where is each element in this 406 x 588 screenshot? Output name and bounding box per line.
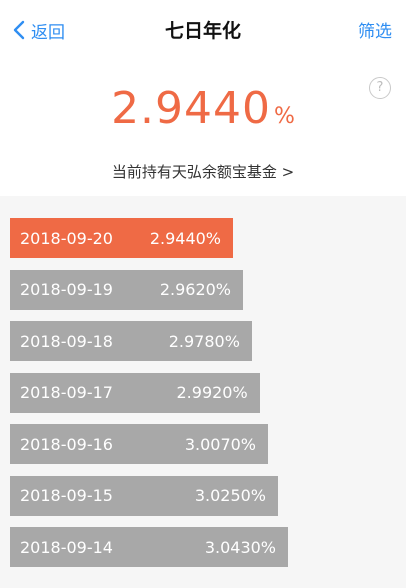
row-value: 2.9920% — [176, 383, 248, 402]
row-value: 3.0430% — [204, 537, 276, 557]
row-date: 2018-09-20 — [20, 228, 113, 248]
fund-link[interactable]: 当前持有天弘余额宝基金 > — [0, 161, 406, 182]
yield-row[interactable]: 2018-09-19 2.9620% — [10, 269, 243, 310]
yield-unit: % — [274, 104, 295, 129]
yield-row[interactable]: 2018-09-14 3.0430% — [10, 527, 288, 567]
row-date: 2018-09-16 — [20, 434, 113, 454]
seven-day-yield: 2.9440% — [0, 83, 406, 134]
yield-row[interactable]: 2018-09-18 2.9780% — [10, 321, 252, 361]
filter-button[interactable]: 筛选 — [358, 17, 392, 42]
yield-value: 2.9440 — [111, 83, 272, 134]
row-date: 2018-09-18 — [20, 331, 113, 351]
row-date: 2018-09-14 — [20, 537, 113, 557]
header-panel: 返回 七日年化 筛选 ? 2.9440% 当前持有天弘余额宝基金 > — [0, 0, 406, 196]
yield-row[interactable]: 2018-09-20 2.9440% — [10, 218, 233, 258]
row-value: 2.9780% — [168, 331, 240, 351]
row-date: 2018-09-19 — [20, 280, 113, 299]
row-date: 2018-09-17 — [20, 383, 113, 402]
yield-row[interactable]: 2018-09-17 2.9920% — [10, 372, 260, 413]
row-value: 3.0250% — [194, 486, 266, 505]
row-value: 3.0070% — [184, 434, 256, 454]
row-value: 2.9620% — [159, 280, 231, 299]
yield-row[interactable]: 2018-09-16 3.0070% — [10, 424, 268, 464]
row-value: 2.9440% — [149, 228, 221, 248]
yield-row[interactable]: 2018-09-15 3.0250% — [10, 475, 278, 516]
page-title: 七日年化 — [164, 20, 241, 42]
row-date: 2018-09-15 — [20, 486, 113, 505]
